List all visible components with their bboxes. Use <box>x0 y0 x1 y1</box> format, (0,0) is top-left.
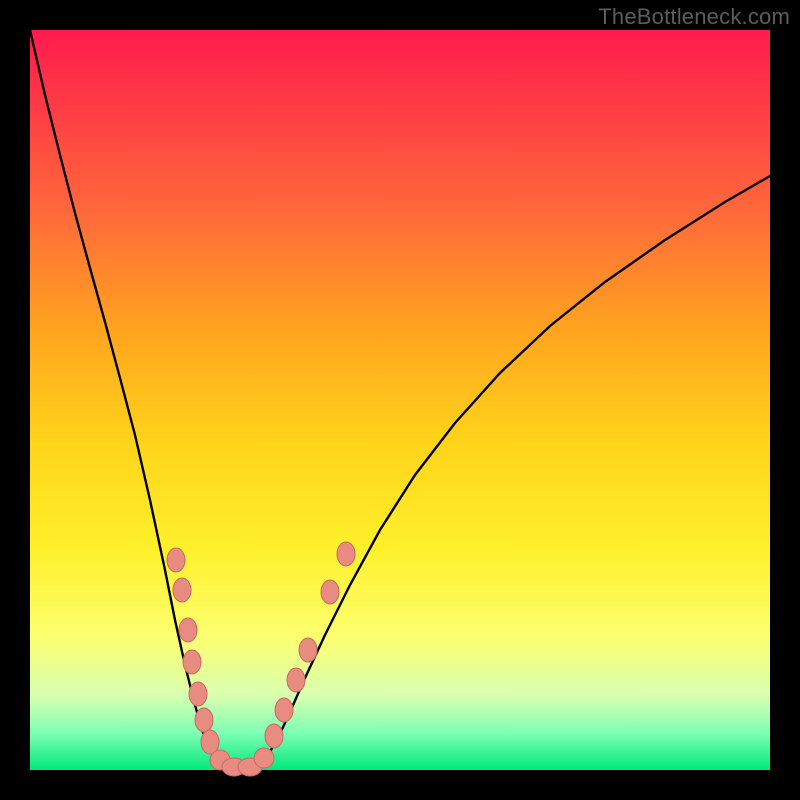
data-marker <box>299 638 317 662</box>
data-marker <box>183 650 201 674</box>
data-marker <box>179 618 197 642</box>
data-marker <box>189 682 207 706</box>
data-marker <box>337 542 355 566</box>
data-marker <box>321 580 339 604</box>
data-marker <box>173 578 191 602</box>
chart-svg <box>30 30 770 770</box>
data-marker <box>265 724 283 748</box>
plot-area <box>30 30 770 770</box>
curve-group <box>30 30 770 769</box>
data-marker <box>254 748 274 768</box>
watermark-text: TheBottleneck.com <box>598 4 790 30</box>
data-marker <box>287 668 305 692</box>
bottleneck-curve <box>30 30 770 769</box>
data-marker <box>167 548 185 572</box>
data-marker <box>195 708 213 732</box>
data-marker <box>275 698 293 722</box>
outer-frame: TheBottleneck.com <box>0 0 800 800</box>
marker-group <box>167 542 355 776</box>
